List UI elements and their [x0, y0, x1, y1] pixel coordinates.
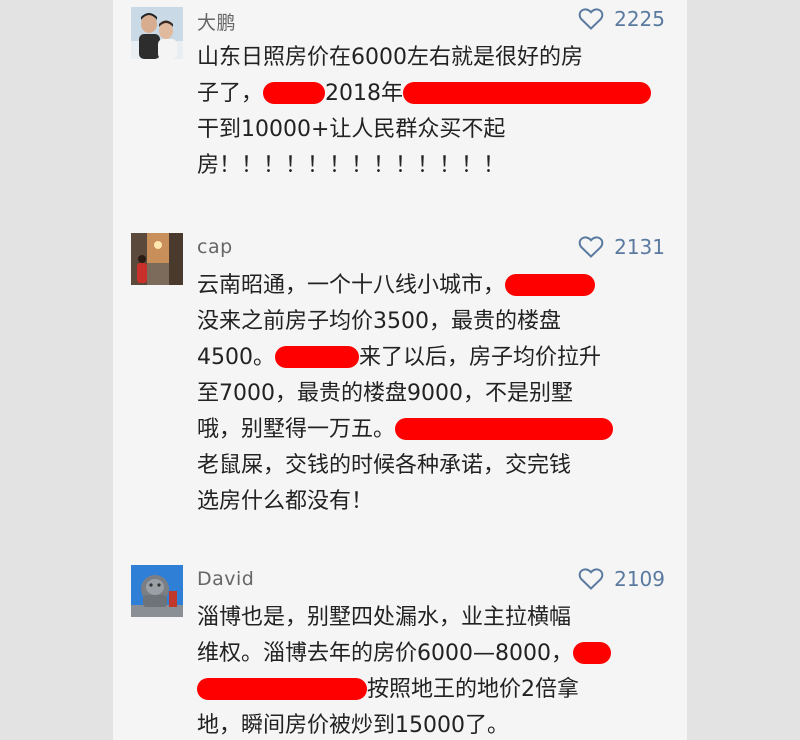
redaction-mark: [275, 346, 359, 368]
like-button[interactable]: 2225: [578, 5, 665, 33]
avatar-street-icon: [131, 233, 183, 285]
comment-line: 维权。淄博去年的房价6000—8000，: [197, 636, 667, 672]
comment-text: 房！！！！！！！！！！！！！: [197, 153, 506, 178]
comment-line: 选房什么都没有！: [197, 484, 667, 520]
page: 大鹏 2225 山东日照房价在6000左右就是很好的房 子了， 2018年 干到1…: [0, 0, 800, 740]
comment-line: 云南昭通，一个十八线小城市，: [197, 268, 667, 304]
comment-text: 干到10000+让人民群众买不起: [197, 117, 506, 142]
username[interactable]: 大鹏: [197, 8, 236, 35]
comment-text: 2018年: [325, 81, 404, 106]
comment-text: 子了，: [197, 81, 264, 106]
comment-text: 来了以后，房子均价拉升: [359, 345, 602, 370]
comment-text: 没来之前房子均价3500，最贵的楼盘: [197, 309, 561, 334]
comment-text: 地，瞬间房价被炒到15000了。: [197, 713, 509, 738]
avatar[interactable]: [131, 233, 183, 285]
comment-body: 山东日照房价在6000左右就是很好的房 子了， 2018年 干到10000+让人民…: [197, 40, 667, 184]
avatar-photo-icon: [131, 7, 183, 59]
comment-line: 按照地王的地价2倍拿: [197, 672, 667, 708]
comment-text: 哦，别墅得一万五。: [197, 417, 396, 442]
username[interactable]: David: [197, 568, 254, 590]
comment-line: 老鼠屎，交钱的时候各种承诺，交完钱: [197, 448, 667, 484]
avatar[interactable]: [131, 565, 183, 617]
comment-text: 选房什么都没有！: [197, 489, 374, 514]
heart-icon: [578, 8, 604, 30]
redaction-mark: [263, 82, 326, 104]
comment-line: 至7000，最贵的楼盘9000，不是别墅: [197, 376, 667, 412]
comment-text: 4500。: [197, 345, 275, 370]
comment-text: 云南昭通，一个十八线小城市，: [197, 273, 506, 298]
comment-line: 地，瞬间房价被炒到15000了。: [197, 708, 667, 740]
comment-text: 老鼠屎，交钱的时候各种承诺，交完钱: [197, 453, 572, 478]
comment-line: 淄博也是，别墅四处漏水，业主拉横幅: [197, 600, 667, 636]
comment-line: 子了， 2018年: [197, 76, 667, 112]
comment-feed: 大鹏 2225 山东日照房价在6000左右就是很好的房 子了， 2018年 干到1…: [113, 0, 687, 740]
comment-line: 干到10000+让人民群众买不起: [197, 112, 667, 148]
redaction-mark: [395, 418, 614, 440]
comment-text: 山东日照房价在6000左右就是很好的房: [197, 45, 583, 70]
heart-icon: [578, 568, 604, 590]
comment-line: 房！！！！！！！！！！！！！: [197, 148, 667, 184]
redaction-mark: [572, 642, 611, 664]
left-gutter: [0, 0, 113, 740]
username[interactable]: cap: [197, 236, 233, 258]
redaction-mark: [197, 678, 367, 700]
comment-line: 4500。 来了以后，房子均价拉升: [197, 340, 667, 376]
comment-body: 云南昭通，一个十八线小城市， 没来之前房子均价3500，最贵的楼盘 4500。 来…: [197, 268, 667, 520]
redaction-mark: [505, 274, 596, 296]
right-gutter: [687, 0, 800, 740]
comment-line: 山东日照房价在6000左右就是很好的房: [197, 40, 667, 76]
comment-text: 至7000，最贵的楼盘9000，不是别墅: [197, 381, 573, 406]
comment-text: 维权。淄博去年的房价6000—8000，: [197, 641, 573, 666]
redaction-mark: [403, 82, 652, 104]
comment-text: 淄博也是，别墅四处漏水，业主拉横幅: [197, 605, 572, 630]
avatar[interactable]: [131, 7, 183, 59]
comment-line: 哦，别墅得一万五。: [197, 412, 667, 448]
heart-icon: [578, 236, 604, 258]
like-button[interactable]: 2131: [578, 233, 665, 261]
like-count: 2131: [614, 235, 665, 259]
comment-body: 淄博也是，别墅四处漏水，业主拉横幅 维权。淄博去年的房价6000—8000， 按…: [197, 600, 667, 740]
like-count: 2109: [614, 567, 665, 591]
avatar-lion-statue-icon: [131, 565, 183, 617]
like-count: 2225: [614, 7, 665, 31]
comment-text: 按照地王的地价2倍拿: [367, 677, 579, 702]
comment-line: 没来之前房子均价3500，最贵的楼盘: [197, 304, 667, 340]
like-button[interactable]: 2109: [578, 565, 665, 593]
